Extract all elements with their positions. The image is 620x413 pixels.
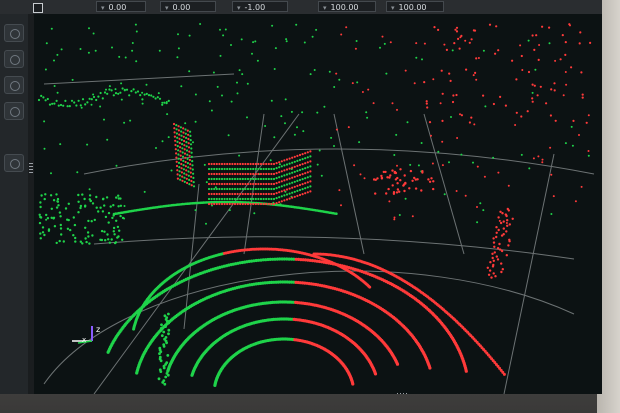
toolbar-field-2[interactable]: ▾ 0.00 xyxy=(160,1,216,12)
point-cloud-canvas[interactable]: z x xyxy=(34,14,602,394)
lidar-points-red xyxy=(172,23,592,386)
target-icon[interactable] xyxy=(4,76,24,94)
field-arrow-icon[interactable]: ▾ xyxy=(323,4,327,12)
toolbar-field-4[interactable]: ▾ 100.00 xyxy=(318,1,376,12)
toolbar-checkbox[interactable] xyxy=(33,3,43,13)
splitter-grip-icon[interactable] xyxy=(29,163,33,175)
3d-viewport[interactable]: z x xyxy=(34,14,602,394)
field-arrow-icon[interactable]: ▾ xyxy=(237,4,241,12)
bottom-resize-grip-icon[interactable] xyxy=(397,393,409,394)
settings-icon[interactable] xyxy=(4,154,24,172)
field-arrow-icon[interactable]: ▾ xyxy=(101,4,105,12)
tool-sidebar xyxy=(0,14,29,394)
record-icon[interactable] xyxy=(4,102,24,120)
svg-text:z: z xyxy=(96,325,100,334)
field-arrow-icon[interactable]: ▾ xyxy=(391,4,395,12)
toolbar-field-3[interactable]: ▾ -1.00 xyxy=(232,1,288,12)
svg-text:x: x xyxy=(82,336,86,344)
toolbar-field-5[interactable]: ▾ 100.00 xyxy=(386,1,444,12)
view-toolbar: ▾ 0.00 ▾ 0.00 ▾ -1.00 ▾ 100.00 ▾ 100.00 xyxy=(0,0,602,15)
rviz-window: ▾0.00 ▾0.00 ▾-1.00 ▾100.00 ▾100.00 xyxy=(0,0,602,394)
origin-axes-icon: z x xyxy=(72,325,100,344)
lidar-points-green xyxy=(37,23,590,387)
camera-icon[interactable] xyxy=(4,50,24,68)
gear-icon[interactable] xyxy=(4,24,24,42)
field-arrow-icon[interactable]: ▾ xyxy=(165,4,169,12)
toolbar-field-1[interactable]: ▾ 0.00 xyxy=(96,1,146,12)
